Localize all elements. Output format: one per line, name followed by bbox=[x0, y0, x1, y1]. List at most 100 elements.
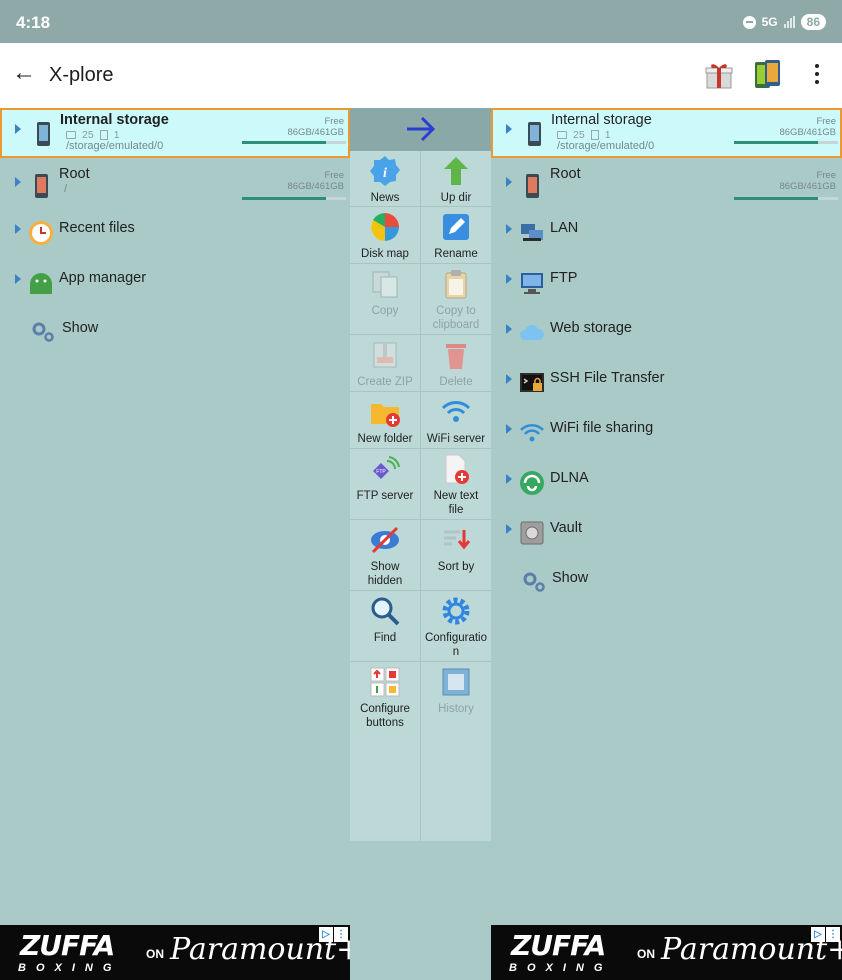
expand-arrow-icon[interactable] bbox=[15, 177, 21, 187]
ad-brand-subtitle: BOXING bbox=[509, 962, 613, 974]
file-count-icon bbox=[99, 130, 108, 140]
expand-arrow-icon[interactable] bbox=[506, 274, 512, 284]
new-text-file-label-1: New text bbox=[433, 490, 479, 502]
configuration-label-2: n bbox=[452, 646, 460, 658]
root-row[interactable]: Root Free 86GB/461GB bbox=[491, 162, 842, 212]
wifi-server-label: WiFi server bbox=[426, 433, 486, 445]
dual-pane-phones-icon[interactable] bbox=[753, 58, 783, 92]
copy-to-clipboard-button[interactable]: Copy to clipboard bbox=[421, 268, 491, 332]
storage-path: /storage/emulated/0 bbox=[557, 140, 655, 152]
expand-arrow-icon[interactable] bbox=[506, 524, 512, 534]
back-arrow-icon[interactable]: ← bbox=[12, 61, 36, 85]
free-label: Free bbox=[816, 170, 836, 181]
trash-icon bbox=[446, 344, 466, 369]
info-icon: i bbox=[370, 156, 400, 186]
clock-icon bbox=[29, 221, 53, 245]
news-label: News bbox=[370, 192, 400, 204]
ad-choices[interactable]: ▷ ⋮ bbox=[319, 927, 348, 942]
ftp-server-icon: FTP bbox=[373, 456, 400, 479]
status-bar: 4:18 5G 86 bbox=[0, 0, 842, 43]
recent-files-row[interactable]: Recent files bbox=[0, 209, 350, 259]
ad-choices-icon[interactable]: ▷ bbox=[319, 927, 333, 942]
overflow-menu-icon[interactable] bbox=[806, 59, 828, 89]
show-row[interactable]: Show bbox=[0, 309, 350, 359]
delete-button[interactable]: Delete bbox=[421, 339, 491, 389]
expand-arrow-icon[interactable] bbox=[506, 177, 512, 187]
gears-icon bbox=[32, 322, 54, 342]
storage-usage-bar bbox=[242, 141, 346, 144]
rename-label: Rename bbox=[434, 248, 478, 260]
root-usage-bar bbox=[242, 197, 346, 200]
ad-choices-icon[interactable]: ▷ bbox=[811, 927, 825, 942]
history-button[interactable]: History bbox=[421, 666, 491, 716]
expand-arrow-icon[interactable] bbox=[506, 224, 512, 234]
middle-bottom-filler bbox=[350, 925, 491, 980]
wifi-file-sharing-row[interactable]: WiFi file sharing bbox=[491, 409, 842, 459]
storage-free: Free 86GB/461GB bbox=[287, 116, 344, 138]
internal-storage-row[interactable]: Internal storage 25 1 /storage/emulated/0… bbox=[491, 108, 842, 158]
create-zip-button[interactable]: Create ZIP bbox=[350, 339, 420, 389]
configuration-button[interactable]: Configuratio n bbox=[421, 595, 491, 659]
copy-button[interactable]: Copy bbox=[350, 268, 420, 318]
lan-row[interactable]: LAN bbox=[491, 209, 842, 259]
ftp-icon bbox=[521, 273, 543, 294]
configure-buttons-label-2: buttons bbox=[366, 717, 404, 729]
vault-row[interactable]: Vault bbox=[491, 509, 842, 559]
show-row[interactable]: Show bbox=[491, 559, 842, 609]
ssh-file-transfer-label: SSH File Transfer bbox=[550, 370, 665, 386]
show-hidden-label-1: Show bbox=[370, 561, 400, 573]
configure-buttons-button[interactable]: Configure buttons bbox=[350, 666, 420, 730]
ad-menu-icon[interactable]: ⋮ bbox=[334, 927, 348, 942]
dlna-row[interactable]: DLNA bbox=[491, 459, 842, 509]
find-label: Find bbox=[373, 632, 397, 644]
copy-icon bbox=[372, 271, 398, 298]
copy-to-clipboard-label-1: Copy to bbox=[436, 305, 476, 317]
configuration-label-1: Configuratio bbox=[424, 632, 487, 644]
expand-arrow-icon[interactable] bbox=[506, 374, 512, 384]
advertisement-banner[interactable]: ZUFFA BOXING ON Paramount+ ▷ ⋮ bbox=[491, 925, 842, 980]
new-text-file-button[interactable]: New text file bbox=[421, 453, 491, 517]
disk-map-button[interactable]: Disk map bbox=[350, 211, 420, 261]
expand-arrow-icon[interactable] bbox=[15, 224, 21, 234]
up-dir-button[interactable]: Up dir bbox=[421, 155, 491, 205]
web-storage-label: Web storage bbox=[550, 320, 632, 336]
svg-text:i: i bbox=[383, 166, 387, 181]
new-folder-button[interactable]: New folder bbox=[350, 396, 420, 446]
gift-icon[interactable] bbox=[704, 60, 734, 90]
ad-menu-icon[interactable]: ⋮ bbox=[826, 927, 840, 942]
sort-by-button[interactable]: Sort by bbox=[421, 524, 491, 574]
show-label: Show bbox=[552, 570, 589, 586]
app-manager-label: App manager bbox=[59, 270, 147, 286]
ftp-row[interactable]: FTP bbox=[491, 259, 842, 309]
show-hidden-button[interactable]: Show hidden bbox=[350, 524, 420, 588]
find-button[interactable]: Find bbox=[350, 595, 420, 645]
wifi-server-button[interactable]: WiFi server bbox=[421, 396, 491, 446]
expand-arrow-icon[interactable] bbox=[15, 274, 21, 284]
configure-buttons-label-1: Configure bbox=[360, 703, 410, 715]
ftp-server-button[interactable]: FTP FTP server bbox=[350, 453, 420, 503]
disk-map-label: Disk map bbox=[361, 248, 409, 260]
advertisement-banner[interactable]: ZUFFA BOXING ON Paramount+ ▷ ⋮ bbox=[0, 925, 350, 980]
app-manager-row[interactable]: App manager bbox=[0, 259, 350, 309]
create-zip-label: Create ZIP bbox=[357, 376, 413, 388]
expand-arrow-icon[interactable] bbox=[506, 474, 512, 484]
ad-on-text: ON bbox=[146, 947, 164, 961]
root-row[interactable]: Root / Free 86GB/461GB bbox=[0, 162, 350, 212]
free-label: Free bbox=[324, 116, 344, 127]
expand-arrow-icon[interactable] bbox=[506, 424, 512, 434]
new-folder-icon bbox=[371, 404, 400, 427]
show-label: Show bbox=[62, 320, 99, 336]
expand-arrow-icon[interactable] bbox=[506, 324, 512, 334]
ssh-file-transfer-row[interactable]: SSH File Transfer bbox=[491, 359, 842, 409]
internal-storage-row[interactable]: Internal storage 25 1 /storage/emulated/0… bbox=[0, 108, 350, 158]
news-button[interactable]: i News bbox=[350, 155, 420, 205]
web-storage-row[interactable]: Web storage bbox=[491, 309, 842, 359]
ssh-icon bbox=[520, 373, 544, 392]
expand-arrow-icon[interactable] bbox=[506, 124, 512, 134]
expand-arrow-icon[interactable] bbox=[15, 124, 21, 134]
ad-choices[interactable]: ▷ ⋮ bbox=[811, 927, 840, 942]
rename-button[interactable]: Rename bbox=[421, 211, 491, 261]
magnifier-icon bbox=[371, 597, 400, 626]
storage-path: /storage/emulated/0 bbox=[66, 140, 164, 152]
direction-arrow-icon[interactable] bbox=[405, 115, 437, 143]
